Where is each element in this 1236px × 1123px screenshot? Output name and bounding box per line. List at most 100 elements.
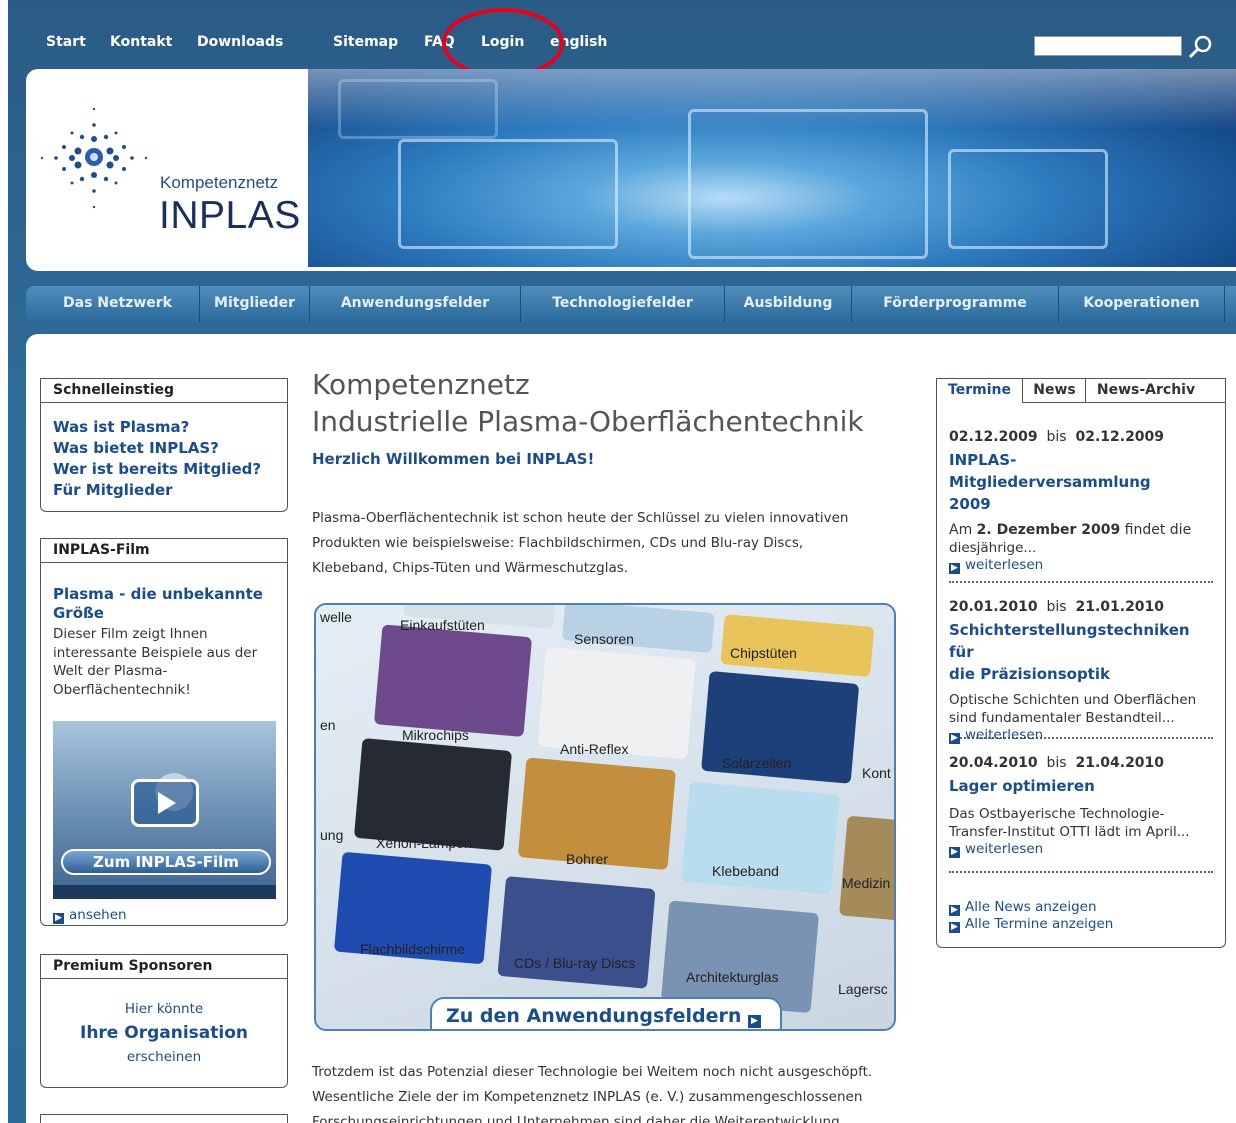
content-area: Schnelleinstieg Was ist Plasma? Was biet… bbox=[26, 334, 1236, 1123]
event-title-line: 2009 bbox=[949, 495, 991, 513]
arrow-right-icon: ▶ bbox=[949, 922, 960, 933]
collage-tile-label: Klebeband bbox=[712, 863, 779, 879]
body-paragraph: Trotzdem ist das Potenzial dieser Techno… bbox=[312, 1060, 872, 1123]
event-teaser-bold: 2. Dezember 2009 bbox=[976, 522, 1121, 538]
arrow-right-icon: ▶ bbox=[949, 905, 960, 916]
read-more-link[interactable]: ▶ weiterlesen bbox=[949, 727, 1213, 744]
date-separator: bis bbox=[1046, 755, 1067, 771]
collage-tile-label: Anti-Reflex bbox=[560, 741, 629, 757]
film-description-line: interessante Beispiele aus der bbox=[53, 644, 258, 661]
read-more-link[interactable]: ▶ weiterlesen bbox=[949, 557, 1213, 574]
body-line: Forschungseinrichtungen und Unternehmen … bbox=[312, 1114, 840, 1123]
nav-kooperationen[interactable]: Kooperationen bbox=[1059, 286, 1225, 322]
news-item: 20.01.2010 bis 21.01.2010 Schichterstell… bbox=[949, 599, 1213, 744]
nav-ausbildung[interactable]: Ausbildung bbox=[725, 286, 852, 322]
event-start-date: 20.01.2010 bbox=[949, 599, 1038, 615]
nav-sitemap-link[interactable]: Sitemap bbox=[333, 34, 398, 50]
collage-tile-label: Architekturglas bbox=[686, 969, 779, 985]
collage-tile-label: welle bbox=[320, 609, 352, 625]
page-title-line1: Kompetenznetz bbox=[312, 368, 530, 401]
tab-termine[interactable]: Termine bbox=[937, 379, 1023, 403]
sponsor-placeholder-org[interactable]: Ihre Organisation bbox=[41, 1023, 287, 1043]
nav-technologiefelder[interactable]: Technologiefelder bbox=[521, 286, 725, 322]
film-description-line: Welt der Plasma- bbox=[53, 663, 168, 679]
news-box: Termine News News-Archiv 02.12.2009 bis … bbox=[936, 378, 1226, 948]
nav-downloads-link[interactable]: Downloads bbox=[197, 34, 283, 50]
intro-line: Klebeband, Chips-Tüten und Wärmeschutzgl… bbox=[312, 560, 629, 576]
news-item: 02.12.2009 bis 02.12.2009 INPLAS-Mitglie… bbox=[949, 429, 1213, 583]
event-start-date: 20.04.2010 bbox=[949, 755, 1038, 771]
nav-foerderprogramme[interactable]: Förderprogramme bbox=[852, 286, 1059, 322]
collage-tile-label: Medizin bbox=[842, 875, 891, 891]
event-title-link[interactable]: Lager optimieren bbox=[949, 775, 1213, 797]
film-title-link-line1[interactable]: Plasma - die unbekannte bbox=[53, 585, 275, 604]
play-button[interactable] bbox=[131, 779, 199, 827]
arrow-right-icon: ▶ bbox=[747, 1015, 761, 1028]
collage-tile-label: Kont bbox=[862, 765, 891, 781]
event-title-link[interactable]: Schichterstellungstechniken für die Präzi… bbox=[949, 619, 1213, 685]
collage-tile-label: Bohrer bbox=[566, 851, 609, 867]
applications-cta-label: Zu den Anwendungsfeldern bbox=[446, 1005, 742, 1027]
film-video-thumbnail[interactable]: Zum INPLAS-Film bbox=[53, 721, 276, 899]
collage-tile-label: en bbox=[320, 717, 336, 733]
event-teaser: Am bbox=[949, 522, 977, 538]
film-title-link-line2[interactable]: Größe bbox=[53, 604, 275, 623]
search-icon[interactable] bbox=[1186, 33, 1214, 59]
arrow-right-icon: ▶ bbox=[949, 847, 960, 858]
link-wer-ist-mitglied[interactable]: Wer ist bereits Mitglied? bbox=[53, 459, 275, 480]
collage-tile-label: Solarzellen bbox=[722, 755, 792, 771]
event-teaser: findet die bbox=[1120, 522, 1192, 538]
nav-anwendungsfelder[interactable]: Anwendungsfelder bbox=[310, 286, 521, 322]
arrow-right-icon: ▶ bbox=[53, 913, 64, 924]
applications-collage[interactable]: welle Einkaufstüten Sensoren Chipstüten … bbox=[314, 603, 896, 1031]
all-dates-label: Alle Termine anzeigen bbox=[965, 916, 1114, 932]
event-teaser: Optische Schichten und Oberflächen bbox=[949, 692, 1197, 708]
event-end-date: 02.12.2009 bbox=[1075, 429, 1165, 445]
event-title-line: die Präzisionsoptik bbox=[949, 665, 1110, 683]
collage-tile-label: CDs / Blu-ray Discs bbox=[514, 955, 636, 971]
film-box: INPLAS-Film Plasma - die unbekannte Größ… bbox=[40, 538, 288, 926]
next-sidebar-box bbox=[40, 1114, 288, 1123]
applications-cta-button[interactable]: Zu den Anwendungsfeldern ▶ bbox=[430, 997, 782, 1029]
event-teaser: diesjährige... bbox=[949, 540, 1037, 556]
link-was-ist-plasma[interactable]: Was ist Plasma? bbox=[53, 417, 275, 438]
collage-tile-label: Sensoren bbox=[574, 631, 634, 647]
sponsors-box: Premium Sponsoren Hier könnte Ihre Organ… bbox=[40, 954, 288, 1088]
quick-access-title: Schnelleinstieg bbox=[41, 379, 287, 403]
intro-line: Produkten wie beispielsweise: Flachbilds… bbox=[312, 535, 804, 551]
collage-tile-label: Einkaufstüten bbox=[400, 617, 485, 633]
film-play-button[interactable]: Zum INPLAS-Film bbox=[61, 849, 271, 875]
event-teaser: Transfer-Institut OTTI lädt im April... bbox=[949, 824, 1190, 840]
link-fuer-mitglieder[interactable]: Für Mitglieder bbox=[53, 480, 275, 501]
read-more-link[interactable]: ▶ weiterlesen bbox=[949, 841, 1213, 858]
welcome-heading: Herzlich Willkommen bei INPLAS! bbox=[312, 450, 595, 468]
tab-news-archiv[interactable]: News-Archiv bbox=[1087, 379, 1205, 403]
event-title-link[interactable]: INPLAS-Mitgliederversammlung 2009 bbox=[949, 449, 1213, 515]
nav-start-link[interactable]: Start bbox=[46, 34, 86, 50]
main-column: Kompetenznetz Industrielle Plasma-Oberfl… bbox=[312, 366, 912, 576]
nav-mitglieder[interactable]: Mitglieder bbox=[200, 286, 310, 322]
collage-tile-label: Chipstüten bbox=[730, 645, 797, 661]
all-news-label: Alle News anzeigen bbox=[965, 899, 1097, 915]
search-input[interactable] bbox=[1034, 36, 1182, 56]
event-end-date: 21.04.2010 bbox=[1075, 755, 1165, 771]
nav-kontakt-link[interactable]: Kontakt bbox=[110, 34, 172, 50]
film-watch-link[interactable]: ▶ ansehen bbox=[53, 907, 127, 924]
tab-news[interactable]: News bbox=[1024, 379, 1086, 403]
link-was-bietet-inplas[interactable]: Was bietet INPLAS? bbox=[53, 438, 275, 459]
event-title-line: INPLAS-Mitgliederversammlung bbox=[949, 451, 1151, 491]
logo-title: INPLAS bbox=[159, 194, 301, 237]
body-line: Trotzdem ist das Potenzial dieser Techno… bbox=[312, 1064, 873, 1080]
news-item: 20.04.2010 bis 21.04.2010 Lager optimier… bbox=[949, 755, 1213, 873]
nav-das-netzwerk[interactable]: Das Netzwerk bbox=[36, 286, 200, 322]
intro-paragraph: Plasma-Oberflächentechnik ist schon heut… bbox=[312, 506, 848, 581]
inplas-logo[interactable]: Kompetenznetz INPLAS bbox=[32, 97, 302, 237]
all-news-link[interactable]: ▶ Alle News anzeigen bbox=[949, 899, 1213, 916]
main-navigation: Das Netzwerk Mitglieder Anwendungsfelder… bbox=[26, 286, 1236, 322]
event-title-line: Schichterstellungstechniken für bbox=[949, 621, 1190, 661]
all-dates-link[interactable]: ▶ Alle Termine anzeigen bbox=[949, 916, 1213, 933]
quick-access-box: Schnelleinstieg Was ist Plasma? Was biet… bbox=[40, 378, 288, 512]
video-controls-bar[interactable] bbox=[53, 885, 276, 899]
arrow-right-icon: ▶ bbox=[949, 733, 960, 744]
header-banner-image bbox=[308, 69, 1236, 267]
